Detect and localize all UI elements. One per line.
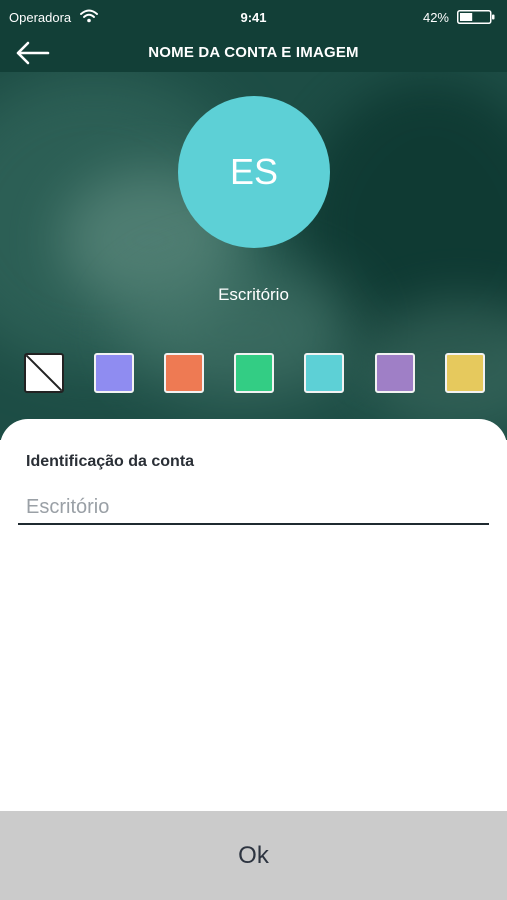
page-title: NOME DA CONTA E IMAGEM <box>148 44 359 61</box>
color-swatches <box>24 353 486 393</box>
account-id-input[interactable] <box>18 491 489 525</box>
status-bar: Operadora 9:41 42% <box>0 0 507 36</box>
swatch-none[interactable] <box>24 353 64 393</box>
account-avatar: ES <box>178 96 330 248</box>
swatch-periwinkle[interactable] <box>94 353 134 393</box>
swatch-purple[interactable] <box>375 353 415 393</box>
swatch-cyan[interactable] <box>304 353 344 393</box>
battery-percent: 42% <box>422 10 449 25</box>
avatar-initials: ES <box>229 151 279 192</box>
battery-icon <box>457 10 495 24</box>
swatch-orange[interactable] <box>164 353 204 393</box>
form-sheet: Identificação da conta <box>0 419 507 811</box>
swatch-green[interactable] <box>234 353 274 393</box>
account-name: Escritório <box>218 285 289 304</box>
no-color-icon <box>26 355 62 391</box>
screen: Operadora 9:41 42% NOME DA CONTA E IMAGE… <box>0 0 507 900</box>
nav-bar: NOME DA CONTA E IMAGEM <box>0 36 507 72</box>
swatch-yellow[interactable] <box>445 353 485 393</box>
account-id-label: Identificação da conta <box>26 453 195 470</box>
ok-button[interactable]: Ok <box>0 811 507 900</box>
